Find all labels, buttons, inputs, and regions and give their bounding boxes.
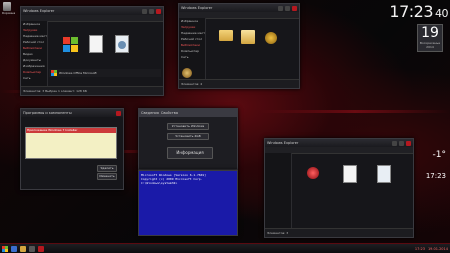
red-app-icon[interactable]	[307, 167, 323, 185]
app-icon[interactable]	[29, 245, 35, 252]
start-button[interactable]	[2, 245, 8, 252]
navigation-pane[interactable]	[265, 153, 292, 229]
status-bar: Элементов: 3 Выбран 1 элемент: 128 КБ	[21, 86, 163, 95]
titlebar[interactable]: Windows Explorer	[21, 7, 163, 15]
app-icon[interactable]	[38, 245, 44, 252]
program-row[interactable]: Приложение Windows 7 Installer	[26, 128, 116, 133]
explorer-icon[interactable]	[20, 245, 26, 252]
option-install-windows[interactable]: Установить Windows	[167, 123, 209, 130]
titlebar[interactable]: Сведения Свойства	[139, 109, 237, 117]
bg-stripe	[260, 110, 450, 113]
console-window[interactable]: Microsoft Windows [Version 6.1.7601] Cop…	[138, 170, 238, 236]
minimize-button[interactable]	[142, 8, 147, 14]
titlebar[interactable]: Windows Explorer	[179, 4, 299, 12]
programs-window[interactable]: Программы и компоненты Приложение Window…	[20, 108, 124, 190]
explorer-window-right[interactable]: Windows Explorer Избранное Загрузки Неда…	[178, 3, 300, 89]
media-icon[interactable]	[265, 32, 281, 50]
ie-icon[interactable]	[11, 245, 17, 252]
uninstall-button[interactable]: Удалить	[97, 165, 117, 172]
details-pane: Windows Office Microsoft	[49, 69, 161, 77]
close-button[interactable]	[292, 5, 297, 11]
nav-item[interactable]: Сеть	[179, 54, 205, 60]
document-icon[interactable]	[89, 35, 105, 53]
settings-document-icon[interactable]	[377, 165, 393, 183]
recycle-bin-label: Корзина	[2, 11, 16, 15]
tray-time[interactable]: 17:23	[415, 247, 425, 251]
close-button[interactable]	[156, 8, 161, 14]
titlebar[interactable]: Windows Explorer	[265, 139, 413, 147]
mini-clock-time: 17:23	[425, 172, 446, 180]
window-title: Windows Explorer	[181, 6, 213, 10]
program-list[interactable]: Приложение Windows 7 Installer	[25, 127, 117, 159]
folder-docs-icon[interactable]	[241, 30, 257, 48]
window-title: Windows Explorer	[267, 141, 299, 145]
clock-time: 17:23	[389, 2, 433, 21]
maximize-button[interactable]	[285, 5, 290, 11]
minimize-button[interactable]	[392, 140, 397, 146]
windows-logo-icon	[51, 70, 57, 76]
status-text: Элементов: 3 Выбран 1 элемент: 128 КБ	[23, 89, 87, 93]
calendar-day: 19	[421, 25, 439, 41]
settings-document-icon[interactable]	[115, 35, 131, 53]
maximize-button[interactable]	[149, 8, 154, 14]
minimize-button[interactable]	[278, 5, 283, 11]
weather-widget: -1°	[433, 150, 446, 160]
preview-icon	[182, 68, 192, 78]
recycle-bin-icon	[3, 2, 11, 11]
status-text: Элементов: 4	[181, 82, 203, 86]
tab-info[interactable]: Сведения	[141, 111, 159, 115]
clock-seconds: 40	[435, 7, 449, 20]
calendar-widget: 19 Воскресенье 2014	[417, 24, 443, 52]
recycle-bin[interactable]: Корзина	[2, 2, 16, 15]
file-area[interactable]	[293, 155, 411, 227]
titlebar[interactable]: Программы и компоненты	[21, 109, 123, 117]
status-bar: Элементов: 4	[179, 79, 299, 88]
maximize-button[interactable]	[399, 140, 404, 146]
window-title: Программы и компоненты	[23, 111, 72, 115]
taskbar: 17:23 19.01.2014	[0, 243, 450, 253]
file-area[interactable]	[207, 20, 297, 78]
explorer-window-bottom[interactable]: Windows Explorer Элементов: 3	[264, 138, 414, 238]
close-button[interactable]	[116, 110, 121, 116]
status-text: Элементов: 3	[267, 231, 289, 235]
tab-properties[interactable]: Свойства	[161, 111, 235, 115]
close-button[interactable]	[406, 140, 411, 146]
properties-dialog[interactable]: Сведения Свойства Установить Windows Уст…	[138, 108, 238, 170]
windows-logo-icon[interactable]	[63, 37, 79, 55]
info-button[interactable]: Информация	[167, 147, 213, 159]
mini-clock-widget: 17:23	[426, 172, 446, 180]
status-bar: Элементов: 3	[265, 228, 413, 237]
selected-file-label: Windows Office Microsoft	[59, 71, 97, 75]
nav-item[interactable]: Сеть	[21, 75, 47, 81]
document-icon[interactable]	[343, 165, 359, 183]
folder-icon[interactable]	[219, 30, 235, 48]
option-install-4gb[interactable]: Установить 4GB	[167, 133, 209, 140]
weather-temp: -1°	[432, 150, 446, 160]
window-title: Windows Explorer	[23, 9, 55, 13]
change-button[interactable]: Изменить	[97, 173, 117, 180]
console-prompt: C:\Windows\system32>	[141, 181, 178, 185]
calendar-weekday: Воскресенье 2014	[419, 41, 441, 49]
explorer-window-left[interactable]: Windows Explorer Избранное Загрузки Неда…	[20, 6, 164, 96]
clock-widget: 17:23 40	[389, 2, 448, 21]
navigation-pane[interactable]: Избранное Загрузки Недавние места Рабочи…	[21, 21, 48, 87]
tray-date[interactable]: 19.01.2014	[428, 247, 448, 251]
